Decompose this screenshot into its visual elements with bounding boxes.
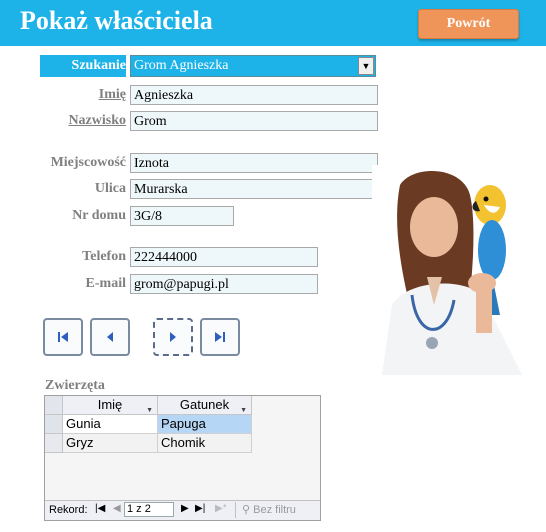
column-header-gatunek[interactable]: Gatunek ▼ (158, 396, 252, 415)
ulica-field[interactable]: Murarska (130, 179, 378, 199)
animals-datasheet: Imię ▼ Gatunek ▼ Gunia Papuga Gryz Chomi… (44, 395, 321, 521)
miejscowosc-field[interactable]: Iznota (130, 153, 378, 173)
back-button[interactable]: Powrót (418, 9, 519, 39)
table-cell[interactable]: Gryz (63, 434, 158, 453)
imie-field[interactable]: Agnieszka (130, 85, 378, 105)
subform-label: Zwierzęta (45, 378, 105, 393)
table-cell[interactable]: Papuga (158, 415, 252, 434)
nr-domu-label: Nr domu (72, 208, 126, 223)
nr-domu-field[interactable]: 3G/8 (130, 206, 234, 226)
prev-record-icon (107, 332, 113, 342)
ulica-label: Ulica (94, 181, 126, 196)
first-record-button[interactable] (43, 318, 83, 356)
rekord-label: Rekord: (49, 504, 88, 516)
next-record-icon[interactable]: ▶ (181, 503, 189, 514)
telefon-field[interactable]: 222444000 (130, 247, 318, 267)
last-record-icon (215, 332, 225, 342)
page-title: Pokaż właściciela (20, 6, 213, 35)
select-all-corner[interactable] (45, 396, 63, 415)
row-selector[interactable] (45, 434, 63, 453)
prev-record-button[interactable] (90, 318, 130, 356)
last-record-button[interactable] (200, 318, 240, 356)
telefon-label: Telefon (82, 249, 126, 264)
first-record-icon[interactable]: |◀ (95, 503, 105, 514)
last-record-icon[interactable]: ▶| (195, 503, 205, 514)
filter-toggle[interactable]: ⚲ Bez filtru (235, 502, 317, 518)
nazwisko-field[interactable]: Grom (130, 111, 378, 131)
email-field[interactable]: grom@papugi.pl (130, 274, 318, 294)
search-label: Szukanie (40, 55, 126, 77)
next-record-icon (170, 332, 176, 342)
chevron-down-icon[interactable]: ▼ (358, 57, 374, 75)
miejscowosc-label: Miejscowość (50, 155, 126, 170)
vet-with-parrot-image (372, 165, 532, 375)
record-navigation-bar: Rekord: |◀ ◀ 1 z 2 ▶ ▶| ▶* ⚲ Bez filtru (45, 500, 320, 520)
table-cell[interactable]: Gunia (63, 415, 158, 434)
column-header-imie[interactable]: Imię ▼ (63, 396, 158, 415)
record-position-input[interactable]: 1 z 2 (124, 502, 174, 517)
imie-label: Imię (98, 87, 126, 102)
nazwisko-label: Nazwisko (68, 113, 126, 128)
first-record-icon (58, 332, 68, 342)
row-selector[interactable] (45, 415, 63, 434)
search-combobox[interactable]: Grom Agnieszka ▼ (130, 55, 376, 77)
email-label: E-mail (85, 276, 126, 291)
table-cell[interactable]: Chomik (158, 434, 252, 453)
funnel-icon: ⚲ (242, 504, 251, 516)
search-value: Grom Agnieszka (134, 58, 229, 73)
next-record-button[interactable] (153, 318, 193, 356)
new-record-icon[interactable]: ▶* (215, 503, 227, 514)
prev-record-icon[interactable]: ◀ (113, 503, 121, 514)
